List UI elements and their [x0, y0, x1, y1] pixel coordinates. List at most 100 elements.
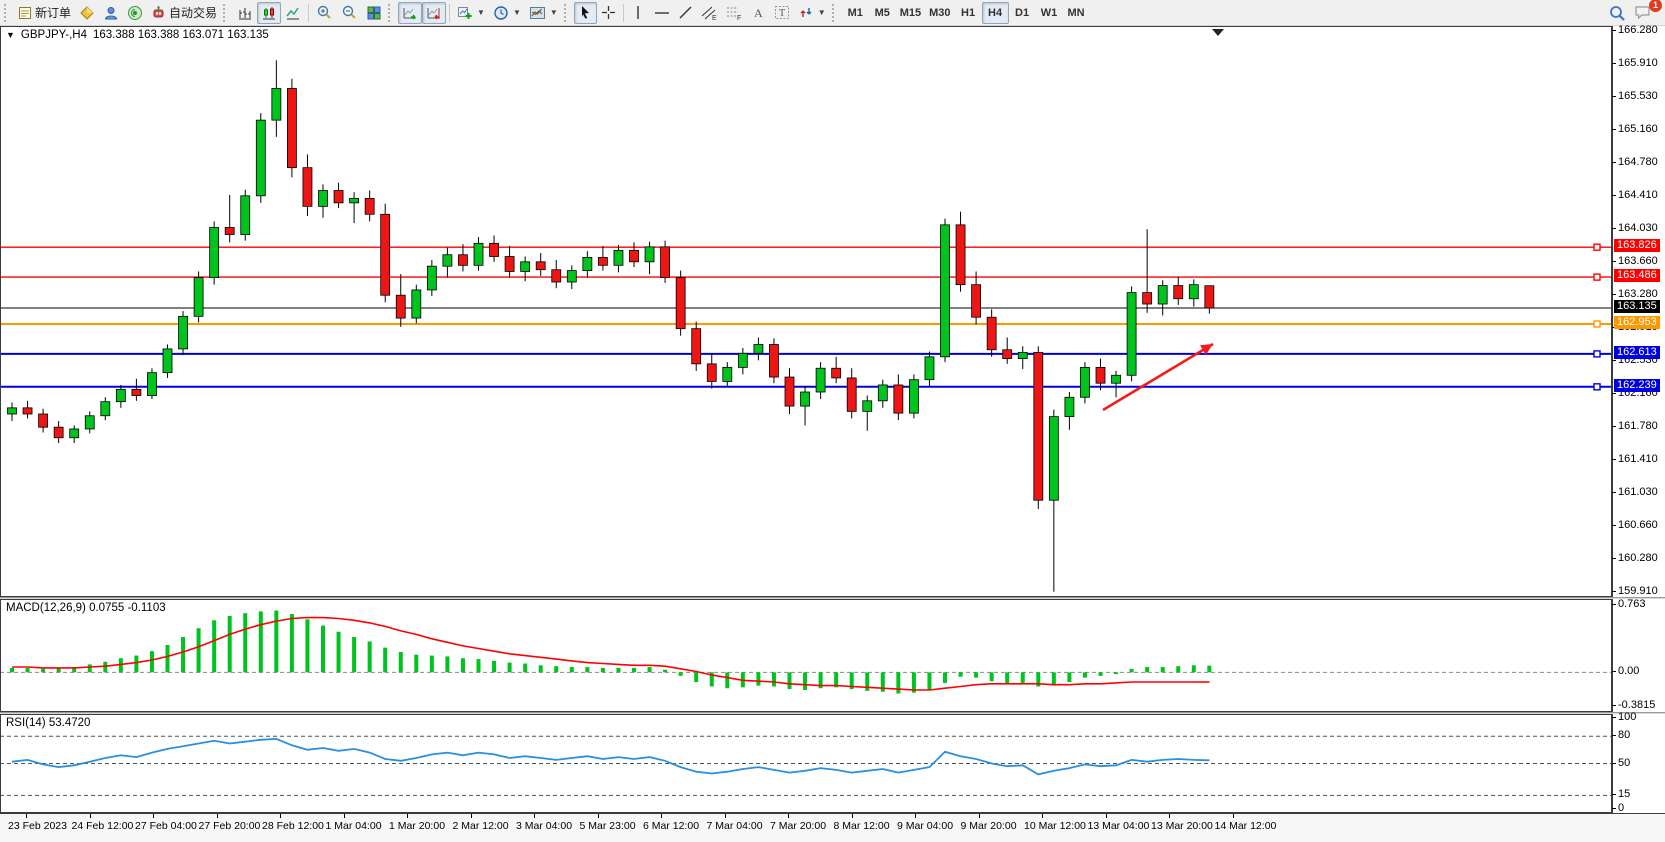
zoom-in-button[interactable] — [312, 2, 337, 24]
timeframe-button-mn[interactable]: MN — [1063, 2, 1090, 24]
chart-shift-button[interactable] — [422, 2, 446, 24]
candle[interactable] — [1189, 285, 1198, 299]
candle[interactable] — [536, 262, 545, 270]
candle[interactable] — [443, 255, 452, 266]
candle[interactable] — [816, 368, 825, 392]
candle[interactable] — [70, 429, 79, 438]
time-axis[interactable]: 23 Feb 202324 Feb 12:0027 Feb 04:0027 Fe… — [0, 813, 1665, 842]
toolbar-grip[interactable] — [564, 4, 570, 22]
rsi-chart[interactable] — [0, 714, 1612, 813]
candle[interactable] — [723, 367, 732, 381]
chart-menu-caret-icon[interactable]: ▼ — [6, 30, 15, 40]
new-order-button[interactable]: 新订单 — [14, 2, 75, 24]
candle[interactable] — [956, 225, 965, 285]
candle[interactable] — [396, 295, 405, 318]
candle[interactable] — [303, 168, 312, 207]
candle[interactable] — [521, 262, 530, 272]
macd-axis[interactable]: 0.7630.00-0.3815 — [1612, 599, 1665, 712]
candle[interactable] — [23, 408, 32, 414]
candle[interactable] — [1018, 352, 1027, 358]
timeframe-button-m15[interactable]: M15 — [896, 2, 925, 24]
text-tool[interactable]: A — [747, 2, 770, 24]
candle[interactable] — [350, 198, 359, 202]
community-button[interactable] — [99, 2, 123, 24]
candle[interactable] — [1205, 286, 1214, 308]
candle[interactable] — [801, 392, 810, 406]
shift-marker-icon[interactable] — [1212, 29, 1224, 36]
candle[interactable] — [785, 377, 794, 406]
candle[interactable] — [1049, 417, 1058, 501]
cursor-button[interactable] — [574, 2, 597, 24]
candle[interactable] — [863, 401, 872, 412]
candle[interactable] — [101, 402, 110, 416]
candle[interactable] — [179, 316, 188, 349]
candle[interactable] — [832, 368, 841, 378]
candle[interactable] — [490, 243, 499, 256]
horizontal-line-tool[interactable] — [650, 2, 674, 24]
candle[interactable] — [847, 378, 856, 411]
candle[interactable] — [987, 317, 996, 350]
candle[interactable] — [583, 257, 592, 270]
candle[interactable] — [1003, 350, 1012, 359]
candlestick-chart[interactable] — [0, 26, 1612, 597]
equidistant-channel-tool[interactable]: E — [697, 2, 722, 24]
candle[interactable] — [1158, 286, 1167, 304]
candle[interactable] — [458, 255, 467, 266]
macd-pane[interactable]: MACD(12,26,9) 0.0755 -0.1103 0.7630.00-0… — [0, 599, 1665, 712]
candle[interactable] — [567, 271, 576, 282]
trendline-tool[interactable] — [674, 2, 697, 24]
candle[interactable] — [707, 364, 716, 382]
candle[interactable] — [941, 225, 950, 357]
candle[interactable] — [1174, 286, 1183, 299]
timeframe-button-h4[interactable]: H4 — [982, 2, 1009, 24]
candle[interactable] — [210, 227, 219, 277]
candle[interactable] — [225, 227, 234, 234]
text-label-tool[interactable]: T — [770, 2, 794, 24]
candle[interactable] — [116, 389, 125, 401]
indicators-button[interactable]: ▼ — [453, 2, 489, 24]
candle[interactable] — [1127, 293, 1136, 376]
candle[interactable] — [769, 344, 778, 377]
candle[interactable] — [241, 196, 250, 235]
candle[interactable] — [1096, 367, 1105, 383]
candle[interactable] — [972, 285, 981, 318]
candle[interactable] — [738, 353, 747, 367]
vertical-line-tool[interactable] — [627, 2, 650, 24]
candle[interactable] — [645, 247, 654, 262]
timeframe-button-m30[interactable]: M30 — [925, 2, 954, 24]
line-chart-button[interactable] — [281, 2, 305, 24]
candle[interactable] — [754, 344, 763, 353]
toolbar-grip[interactable] — [832, 4, 838, 22]
candle[interactable] — [365, 198, 374, 214]
candle[interactable] — [909, 380, 918, 413]
candle[interactable] — [412, 290, 421, 318]
candle[interactable] — [256, 120, 265, 196]
candle[interactable] — [894, 385, 903, 413]
candle[interactable] — [552, 270, 561, 282]
periods-button[interactable]: ▼ — [489, 2, 525, 24]
candle[interactable] — [272, 88, 281, 120]
candle[interactable] — [287, 88, 296, 167]
candlestick-chart-button[interactable] — [257, 2, 281, 24]
signals-button[interactable] — [123, 2, 147, 24]
candle[interactable] — [39, 414, 48, 427]
tile-windows-button[interactable] — [362, 2, 386, 24]
timeframe-button-w1[interactable]: W1 — [1036, 2, 1063, 24]
timeframe-button-h1[interactable]: H1 — [955, 2, 982, 24]
toolbar-grip[interactable] — [4, 4, 10, 22]
candle[interactable] — [163, 349, 172, 373]
candle[interactable] — [1112, 375, 1121, 383]
candle[interactable] — [661, 247, 670, 278]
search-button[interactable] — [1604, 2, 1630, 24]
candle[interactable] — [1034, 352, 1043, 500]
candle[interactable] — [1143, 293, 1152, 304]
toolbar-grip[interactable] — [223, 4, 229, 22]
candle[interactable] — [630, 250, 639, 261]
candle[interactable] — [334, 191, 343, 203]
candle[interactable] — [676, 278, 685, 329]
price-axis[interactable]: 166.280165.910165.530165.160164.780164.4… — [1612, 26, 1665, 597]
auto-trading-button[interactable]: 自动交易 — [147, 2, 221, 24]
candle[interactable] — [319, 191, 328, 207]
candle[interactable] — [54, 427, 63, 438]
candle[interactable] — [85, 416, 94, 429]
